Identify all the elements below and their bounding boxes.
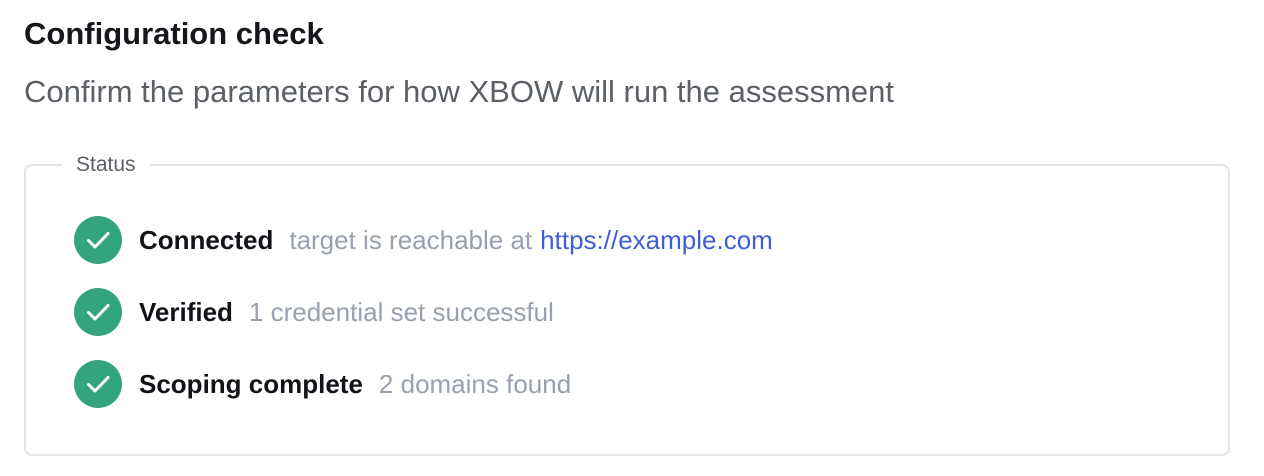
page-title: Configuration check xyxy=(24,16,324,51)
status-item-connected: Connected target is reachable at https:/… xyxy=(74,214,773,266)
target-url-link[interactable]: https://example.com xyxy=(540,225,773,256)
page-subtitle: Confirm the parameters for how XBOW will… xyxy=(24,74,895,109)
status-item-detail: 2 domains found xyxy=(378,368,572,399)
status-item-scoping: Scoping complete 2 domains found xyxy=(74,358,571,410)
status-legend: Status xyxy=(62,152,150,178)
check-circle-icon xyxy=(74,360,122,408)
status-item-detail: target is reachable at xyxy=(289,224,533,255)
check-circle-icon xyxy=(74,216,122,264)
status-item-verified: Verified 1 credential set successful xyxy=(74,286,554,338)
status-item-title: Scoping complete xyxy=(139,368,363,399)
status-panel: Status Connected target is reachable at … xyxy=(24,152,1230,456)
status-item-detail: 1 credential set successful xyxy=(248,296,554,327)
check-circle-icon xyxy=(74,288,122,336)
status-item-title: Connected xyxy=(139,224,274,255)
status-item-title: Verified xyxy=(139,296,233,327)
